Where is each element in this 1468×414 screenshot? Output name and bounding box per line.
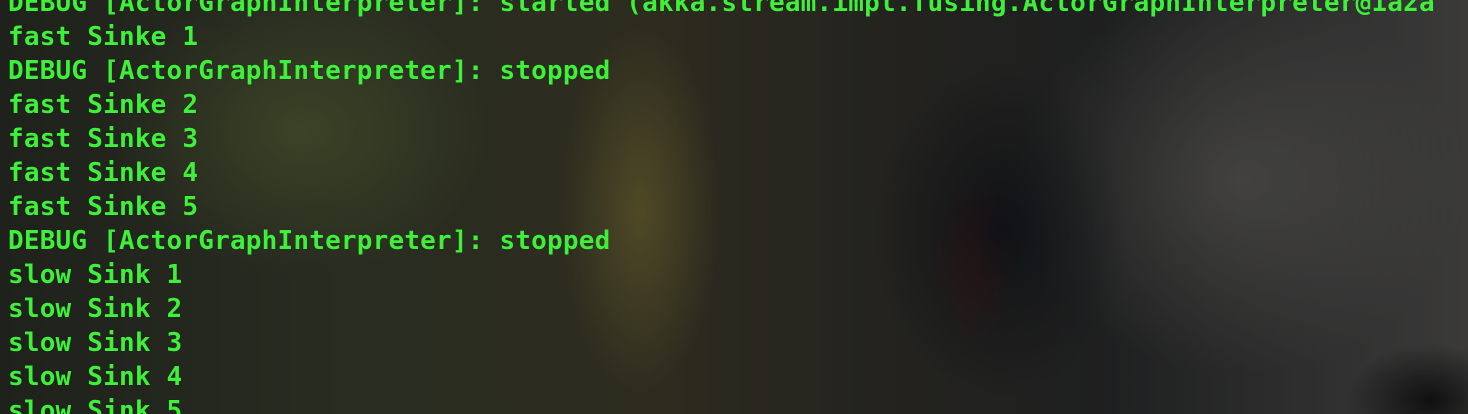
terminal-line-debug-stopped: DEBUG [ActorGraphInterpreter]: stopped bbox=[8, 56, 611, 86]
terminal-line: slow Sink 1 bbox=[8, 260, 183, 290]
terminal-line: slow Sink 2 bbox=[8, 294, 183, 324]
terminal-line: slow Sink 5 bbox=[8, 396, 183, 414]
terminal-line: slow Sink 3 bbox=[8, 328, 183, 358]
terminal-line-debug-started: DEBUG [ActorGraphInterpreter]: started (… bbox=[8, 0, 1435, 18]
terminal-line: fast Sinke 1 bbox=[8, 22, 199, 52]
terminal-line-debug-stopped: DEBUG [ActorGraphInterpreter]: stopped bbox=[8, 226, 611, 256]
terminal-window[interactable]: DEBUG [ActorGraphInterpreter]: started (… bbox=[0, 0, 1468, 414]
terminal-line: slow Sink 4 bbox=[8, 362, 183, 392]
terminal-line: fast Sinke 4 bbox=[8, 158, 199, 188]
terminal-line: fast Sinke 5 bbox=[8, 192, 199, 222]
terminal-line: fast Sinke 3 bbox=[8, 124, 199, 154]
terminal-line: fast Sinke 2 bbox=[8, 90, 199, 120]
terminal-output[interactable]: DEBUG [ActorGraphInterpreter]: started (… bbox=[0, 0, 1468, 414]
